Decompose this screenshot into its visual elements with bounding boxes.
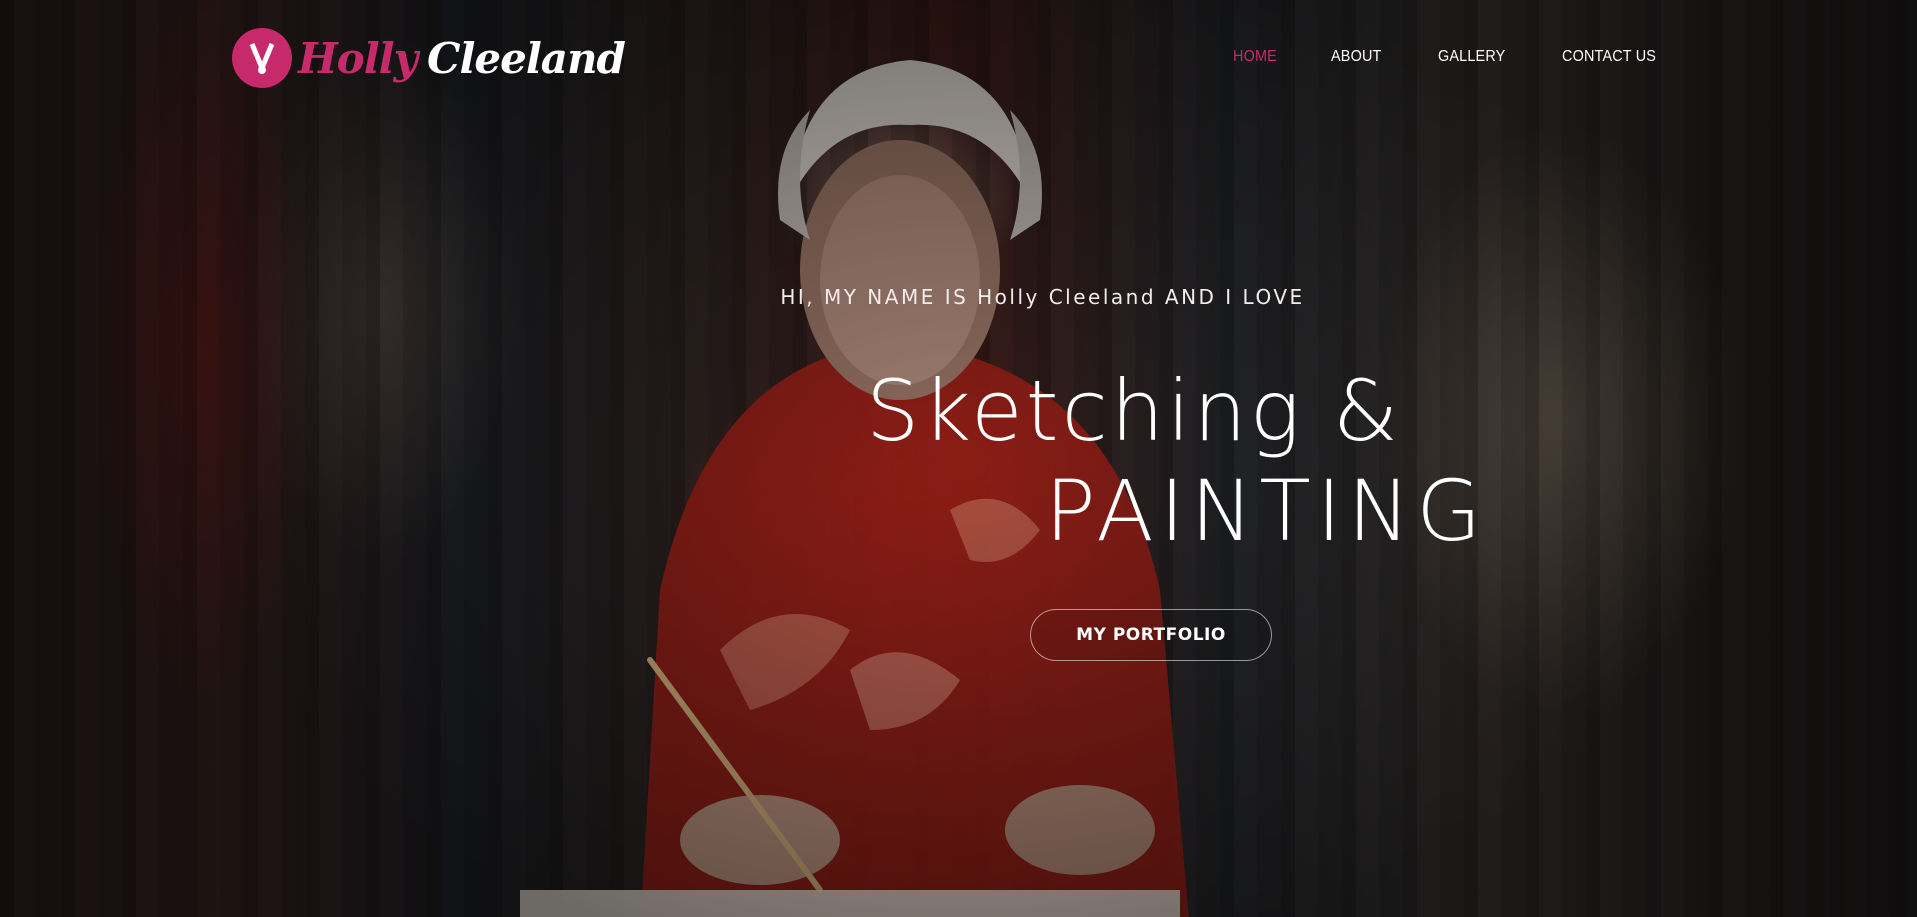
hero-section: Holly Cleeland HOME ABOUT GALLERY CONTAC…	[0, 0, 1917, 917]
hero-tagline: HI, MY NAME IS Holly Cleeland AND I LOVE	[780, 285, 1305, 309]
logo-first-name: Holly	[298, 33, 418, 83]
nav-item-contact-us[interactable]: CONTACT US	[1562, 48, 1656, 66]
logo-last-name: Cleeland	[427, 33, 626, 83]
main-nav: HOME ABOUT GALLERY CONTACT US	[1183, 48, 1667, 66]
site-logo[interactable]: Holly Cleeland	[232, 26, 626, 90]
nav-item-gallery[interactable]: GALLERY	[1438, 48, 1505, 66]
brush-logo-icon	[232, 28, 292, 88]
nav-item-home[interactable]: HOME	[1233, 48, 1277, 66]
my-portfolio-button[interactable]: MY PORTFOLIO	[1030, 609, 1272, 661]
nav-item-about[interactable]: ABOUT	[1331, 48, 1382, 66]
hero-headline-line-1: Sketching &	[866, 362, 1402, 460]
hero-headline-line-2: PAINTING	[1045, 462, 1488, 560]
brush-glyph-icon	[249, 43, 275, 74]
